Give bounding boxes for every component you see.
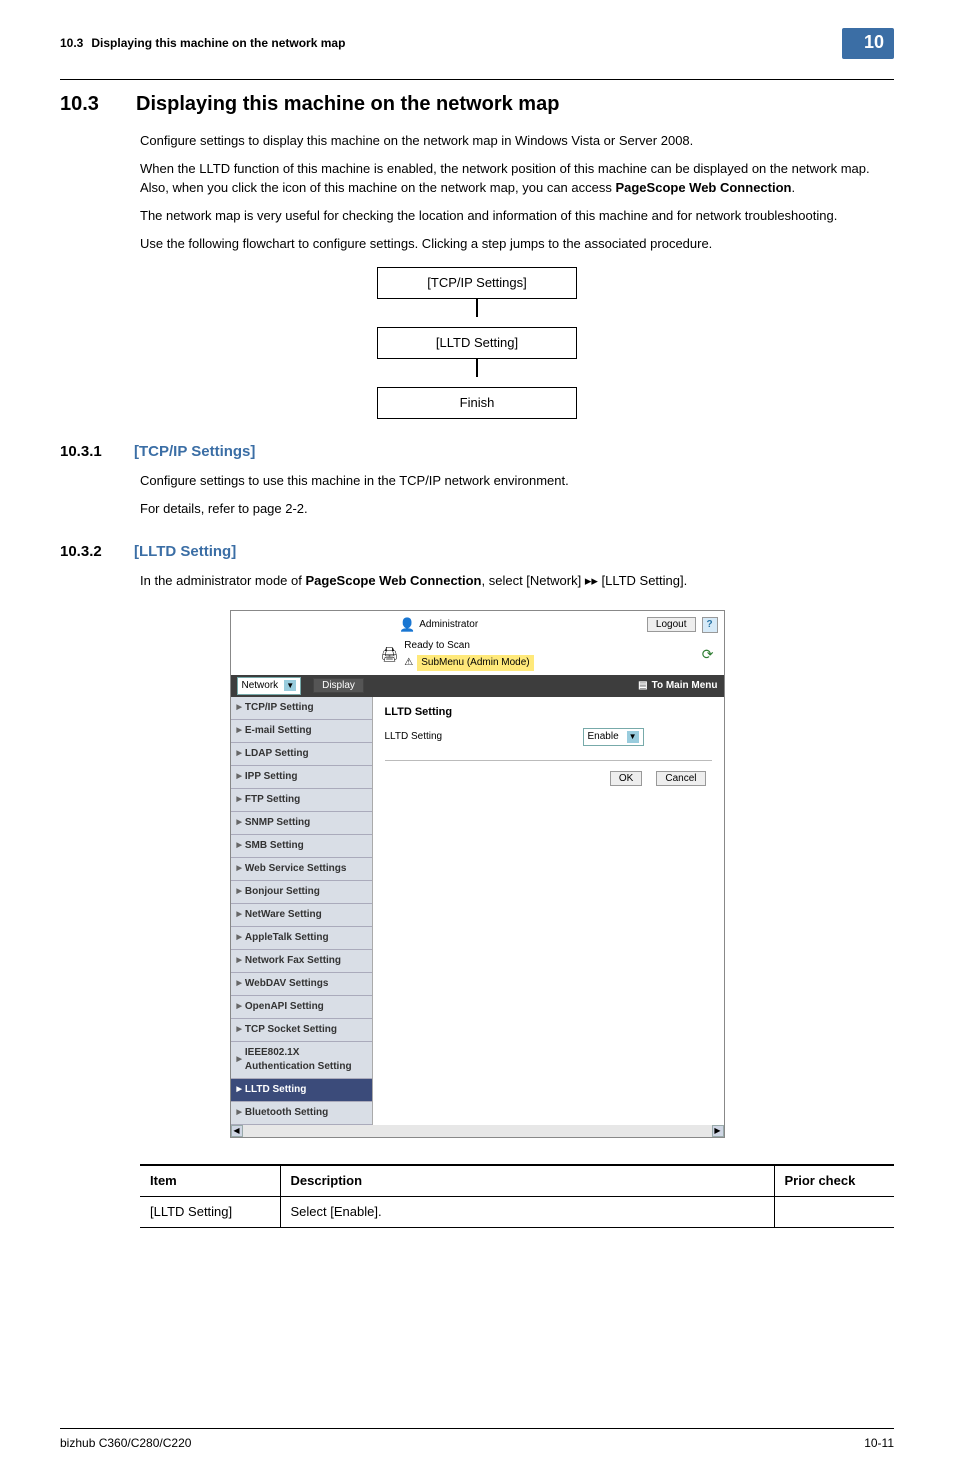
logout-button[interactable]: Logout: [647, 617, 696, 632]
subheading-tcpip: 10.3.1 [TCP/IP Settings]: [60, 441, 894, 462]
content-title: LLTD Setting: [385, 705, 712, 720]
sidebar-item-openapi[interactable]: ▶OpenAPI Setting: [231, 996, 372, 1019]
page-footer: bizhub C360/C280/C220 10-11: [60, 1428, 894, 1452]
th-priorcheck: Prior check: [774, 1165, 894, 1197]
sidebar-item-ldap[interactable]: ▶LDAP Setting: [231, 743, 372, 766]
scroll-left-icon[interactable]: ◀: [231, 1125, 243, 1137]
sidebar-item-bonjour[interactable]: ▶Bonjour Setting: [231, 881, 372, 904]
footer-page: 10-11: [864, 1435, 894, 1452]
menu-icon: ▤: [638, 679, 647, 693]
sidebar-item-ieee8021x[interactable]: ▶IEEE802.1X Authentication Setting: [231, 1042, 372, 1079]
sidebar-item-lltd[interactable]: ▶LLTD Setting: [231, 1079, 372, 1102]
description-table: Item Description Prior check [LLTD Setti…: [140, 1164, 894, 1228]
sub2-p1: In the administrator mode of PageScope W…: [140, 572, 894, 590]
lltd-setting-dropdown[interactable]: Enable ▼: [583, 728, 644, 746]
header-chapter-chip: 10: [842, 28, 894, 59]
sidebar-item-smb[interactable]: ▶SMB Setting: [231, 835, 372, 858]
chevron-down-icon: ▼: [284, 680, 296, 691]
flow-connector: [476, 299, 478, 317]
td-item: [LLTD Setting]: [140, 1196, 280, 1227]
intro-p4: Use the following flowchart to configure…: [140, 235, 894, 253]
table-row: [LLTD Setting] Select [Enable].: [140, 1196, 894, 1227]
th-description: Description: [280, 1165, 774, 1197]
divider: [385, 760, 712, 761]
sub1-p2: For details, refer to page 2-2.: [140, 500, 894, 518]
td-description: Select [Enable].: [280, 1196, 774, 1227]
sidebar-item-snmp[interactable]: ▶SNMP Setting: [231, 812, 372, 835]
admin-icon: 👤: [399, 617, 415, 633]
display-button[interactable]: Display: [313, 678, 364, 693]
flow-connector: [476, 359, 478, 377]
warning-icon: ⚠: [404, 656, 413, 670]
field-label-lltd: LLTD Setting: [385, 730, 575, 744]
main-heading-text: Displaying this machine on the network m…: [136, 90, 559, 118]
sidebar-item-tcpsocket[interactable]: ▶TCP Socket Setting: [231, 1019, 372, 1042]
flow-step-finish: Finish: [377, 387, 577, 419]
sub1-p1: Configure settings to use this machine i…: [140, 472, 894, 490]
to-main-menu-link[interactable]: ▤ To Main Menu: [638, 679, 717, 693]
flow-step-tcpip[interactable]: [TCP/IP Settings]: [377, 267, 577, 299]
printer-icon: 🖨: [381, 645, 399, 665]
sidebar-item-ipp[interactable]: ▶IPP Setting: [231, 766, 372, 789]
help-icon[interactable]: ?: [702, 617, 718, 633]
screenshot-panel: 👤 Administrator Logout ? 🖨 Ready to Scan…: [230, 610, 725, 1138]
ok-button[interactable]: OK: [610, 771, 642, 786]
scroll-right-icon[interactable]: ▶: [712, 1125, 724, 1137]
menubar: Network ▼ Display ▤ To Main Menu: [231, 675, 724, 697]
th-item: Item: [140, 1165, 280, 1197]
td-priorcheck: [774, 1196, 894, 1227]
page-header: 10.3 Displaying this machine on the netw…: [60, 28, 894, 59]
main-heading-number: 10.3: [60, 90, 110, 118]
refresh-icon[interactable]: ⟳: [702, 645, 714, 665]
header-divider: [60, 79, 894, 80]
category-select[interactable]: Network ▼: [237, 677, 302, 695]
sidebar-item-appletalk[interactable]: ▶AppleTalk Setting: [231, 927, 372, 950]
admin-label: Administrator: [419, 618, 478, 632]
status-ready: Ready to Scan: [404, 639, 695, 653]
header-section-number: 10.3: [60, 35, 83, 52]
status-submenu: SubMenu (Admin Mode): [417, 655, 533, 671]
sidebar-item-webdav[interactable]: ▶WebDAV Settings: [231, 973, 372, 996]
sidebar-item-ftp[interactable]: ▶FTP Setting: [231, 789, 372, 812]
intro-p3: The network map is very useful for check…: [140, 207, 894, 225]
intro-p1: Configure settings to display this machi…: [140, 132, 894, 150]
main-heading: 10.3 Displaying this machine on the netw…: [60, 90, 894, 118]
sidebar-item-tcpip[interactable]: ▶TCP/IP Setting: [231, 697, 372, 720]
content-panel: LLTD Setting LLTD Setting Enable ▼ OK Ca…: [373, 697, 724, 1125]
intro-p2: When the LLTD function of this machine i…: [140, 160, 894, 196]
subheading-lltd: 10.3.2 [LLTD Setting]: [60, 541, 894, 562]
sidebar-item-email[interactable]: ▶E-mail Setting: [231, 720, 372, 743]
horizontal-scrollbar[interactable]: ◀ ▶: [231, 1125, 724, 1137]
sidebar-item-netware[interactable]: ▶NetWare Setting: [231, 904, 372, 927]
flow-step-lltd[interactable]: [LLTD Setting]: [377, 327, 577, 359]
cancel-button[interactable]: Cancel: [656, 771, 705, 786]
header-section-title: Displaying this machine on the network m…: [91, 35, 834, 52]
chevron-down-icon: ▼: [627, 731, 639, 742]
sidebar: ▶TCP/IP Setting ▶E-mail Setting ▶LDAP Se…: [231, 697, 373, 1125]
footer-product: bizhub C360/C280/C220: [60, 1435, 191, 1452]
sidebar-item-webservice[interactable]: ▶Web Service Settings: [231, 858, 372, 881]
sidebar-item-bluetooth[interactable]: ▶Bluetooth Setting: [231, 1102, 372, 1125]
sidebar-item-networkfax[interactable]: ▶Network Fax Setting: [231, 950, 372, 973]
flowchart: [TCP/IP Settings] [LLTD Setting] Finish: [60, 267, 894, 419]
